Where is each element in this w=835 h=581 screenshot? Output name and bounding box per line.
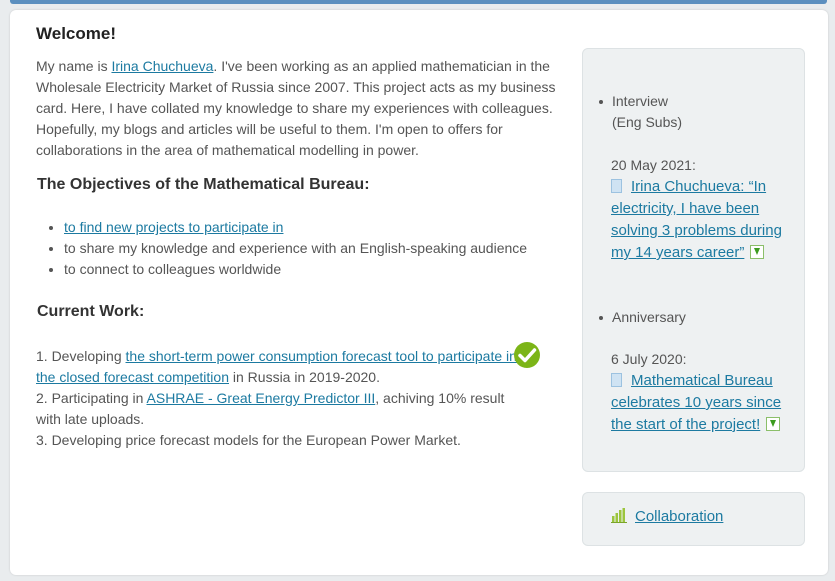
main-column: Welcome! My name is Irina Chuchueva. I'v… [36, 24, 566, 451]
work-item-3: 3. Developing price forecast models for … [36, 432, 461, 448]
work-item-2: 2. Participating in ASHRAE - Great Energ… [36, 388, 520, 430]
content-card: Welcome! My name is Irina Chuchueva. I'v… [10, 10, 828, 575]
bullet-dot [599, 100, 603, 104]
document-icon [611, 373, 622, 387]
news-link-2[interactable]: Mathematical Bureau celebrates 10 years … [611, 372, 781, 433]
intro-paragraph: My name is Irina Chuchueva. I've been wo… [36, 56, 566, 161]
interview-subtitle: (Eng Subs) [612, 114, 683, 130]
work-item-1-prefix: 1. Developing [36, 348, 126, 364]
sidebar-item-interview[interactable]: Interview (Eng Subs) [599, 91, 683, 133]
document-icon [611, 179, 622, 193]
objectives-list: to find new projects to participate in t… [36, 217, 566, 280]
intro-prefix: My name is [36, 58, 112, 74]
collaboration-item[interactable]: Collaboration [611, 507, 723, 527]
author-link[interactable]: Irina Chuchueva [111, 58, 213, 74]
work-item-1: 1. Developing the short-term power consu… [36, 346, 520, 388]
sidebar-item-anniversary[interactable]: Anniversary [599, 307, 686, 328]
bullet-dot [599, 316, 603, 320]
download-arrow-icon[interactable] [750, 245, 765, 259]
objective-item: to connect to colleagues worldwide [64, 259, 566, 280]
check-circle-icon [514, 342, 540, 368]
collaboration-link[interactable]: Collaboration [635, 508, 723, 525]
objective-item: to share my knowledge and experience wit… [64, 238, 566, 259]
find-projects-link[interactable]: to find new projects to participate in [64, 219, 283, 235]
current-work-list: 1. Developing the short-term power consu… [36, 346, 566, 451]
page-title: Welcome! [36, 24, 116, 43]
news-sidebar: Interview (Eng Subs) 20 May 2021: Irina … [582, 48, 805, 472]
top-accent-bar [10, 0, 827, 4]
ashrae-link[interactable]: ASHRAE - Great Energy Predictor III [147, 390, 376, 406]
anniversary-label: Anniversary [612, 309, 686, 325]
bar-chart-icon [611, 508, 627, 523]
interview-label: Interview [612, 93, 669, 109]
objective-item[interactable]: to find new projects to participate in [64, 217, 566, 238]
work-item-2-prefix: 2. Participating in [36, 390, 147, 406]
download-arrow-icon[interactable] [766, 417, 781, 431]
news-item-1[interactable]: Irina Chuchueva: “In electricity, I have… [611, 176, 791, 264]
collaboration-box: Collaboration [582, 492, 805, 546]
news-date: 20 May 2021: [611, 157, 696, 173]
news-date: 6 July 2020: [611, 351, 687, 367]
work-item-1-suffix: in Russia in 2019-2020. [229, 369, 380, 385]
news-item-2[interactable]: Mathematical Bureau celebrates 10 years … [611, 370, 791, 436]
current-work-heading: Current Work: [37, 303, 145, 320]
objectives-heading: The Objectives of the Mathematical Burea… [37, 176, 370, 193]
